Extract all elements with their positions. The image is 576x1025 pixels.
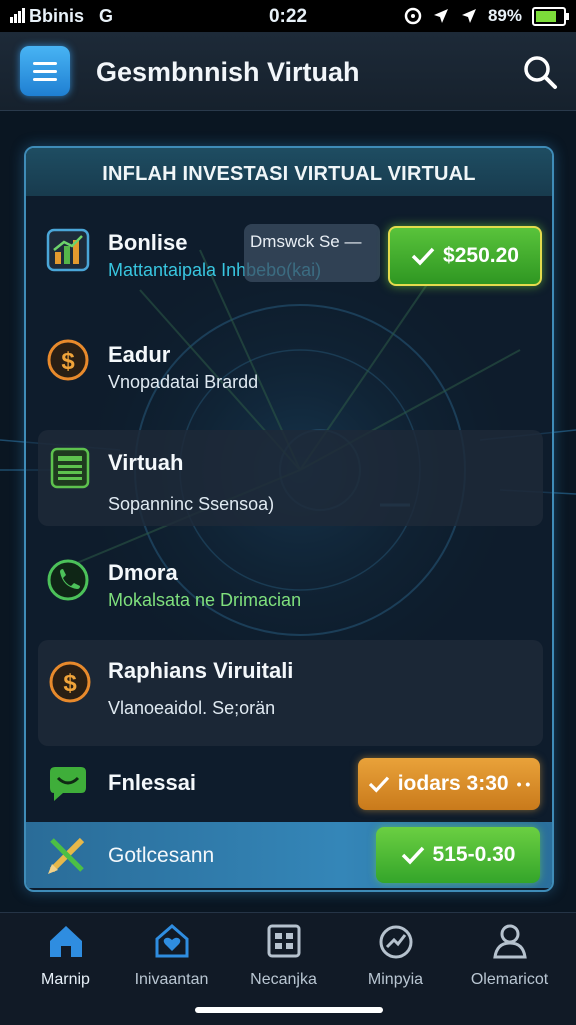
list-item-virtuah[interactable]: Virtuah Sopanninc Ssensoa) <box>38 430 543 526</box>
list-item-eadur[interactable]: $ Eadur Vnopadatai Brardd <box>26 308 552 416</box>
item-subtitle: Sopanninc Ssensoa) <box>108 494 275 514</box>
amount-value: 515-0.30 <box>432 843 516 866</box>
item-subtitle: Vlanoeaidol. Se;orän <box>108 698 276 718</box>
list-item-gotlcesann[interactable]: Gotlcesann 515-0.30 <box>26 822 552 888</box>
user-icon <box>492 924 527 959</box>
house-heart-icon <box>155 924 188 958</box>
item-subtitle: Mokalsata ne Drimacian <box>108 590 302 610</box>
phone-icon <box>47 559 89 601</box>
nav-tab-necanjka[interactable]: Necanjka <box>226 921 341 989</box>
card-title: INFLAH INVESTASI VIRTUAL VIRTUAL <box>26 148 552 196</box>
item-title: Raphians Viruitali <box>108 658 294 683</box>
time-suffix: • • <box>516 776 531 792</box>
item-title: Virtuah <box>108 450 184 475</box>
nav-label: Olemaricot <box>470 971 549 988</box>
check-icon <box>411 247 435 266</box>
amount-value: $250.20 <box>443 244 519 267</box>
amount-button[interactable]: $250.20 <box>388 226 542 286</box>
battery-level <box>536 10 556 22</box>
nav-tab-inivaantan[interactable]: Inivaantan <box>114 921 229 989</box>
list-item-raphians[interactable]: $ Raphians Viruitali Vlanoeaidol. Se;orä… <box>38 640 543 746</box>
item-title: Gotlcesann <box>108 844 215 867</box>
check-icon <box>368 776 389 793</box>
home-icon <box>49 926 82 957</box>
nav-label: Necanjka <box>250 971 317 988</box>
investment-card: INFLAH INVESTASI VIRTUAL VIRTUAL Bonlise… <box>24 146 554 892</box>
hamburger-menu-icon[interactable] <box>20 46 70 96</box>
check-icon <box>401 846 424 865</box>
amount-button[interactable]: 515-0.30 <box>376 827 540 883</box>
dollar-coin-icon: $ <box>47 339 89 381</box>
time-button[interactable]: iodars 3:30 • • <box>358 758 540 810</box>
tag-label: Dmswck Se <box>250 232 340 251</box>
chart-circle-icon <box>379 925 412 959</box>
status-bar: Bbinis G 0:22 89% <box>0 0 576 32</box>
detail-tag: Dmswck Se — <box>244 224 380 282</box>
battery-icon <box>532 6 569 26</box>
nav-label: Inivaantan <box>134 971 209 988</box>
nav-tab-marnip[interactable]: Marnip <box>8 921 123 989</box>
item-title: Bonlise <box>108 230 188 255</box>
battery-percent: 89% <box>487 6 522 25</box>
nav-tab-minpyia[interactable]: Minpyia <box>338 921 453 989</box>
item-title: Dmora <box>108 560 178 585</box>
nav-tab-olemaricot[interactable]: Olemaricot <box>452 921 567 989</box>
list-item-fnlessai[interactable]: Fnlessai iodars 3:30 • • <box>26 752 552 818</box>
app-title: Gesmbnnish Virtuah <box>96 57 360 87</box>
app-header: Gesmbnnish Virtuah <box>0 32 576 111</box>
pencil-cross-icon <box>48 837 85 874</box>
location-arrow-icon <box>461 9 476 23</box>
tag-suffix: — <box>344 232 362 251</box>
svg-text:$: $ <box>61 348 75 375</box>
location-icon <box>433 9 448 23</box>
chat-bubble-icon <box>50 767 86 801</box>
list-item-bonlise[interactable]: Bonlise Mattantaipala Inhbebo(kai) Dmswc… <box>26 196 552 304</box>
svg-text:$: $ <box>63 670 77 697</box>
nav-label: Minpyia <box>367 971 424 988</box>
list-item-dmora[interactable]: Dmora Mokalsata ne Drimacian <box>26 530 552 634</box>
nav-label: Marnip <box>41 971 90 988</box>
search-icon[interactable] <box>520 52 560 92</box>
item-subtitle: Vnopadatai Brardd <box>108 372 259 392</box>
home-indicator[interactable] <box>195 1007 383 1013</box>
sync-icon <box>404 7 422 25</box>
dollar-coin-icon: $ <box>49 661 91 703</box>
grid-box-icon <box>267 924 300 958</box>
time-value: iodars 3:30 <box>397 772 509 795</box>
ledger-icon <box>50 447 90 489</box>
item-title: Fnlessai <box>108 770 197 795</box>
chart-icon <box>46 228 90 272</box>
item-title: Eadur <box>108 342 171 367</box>
status-icons: 89% <box>404 6 569 26</box>
